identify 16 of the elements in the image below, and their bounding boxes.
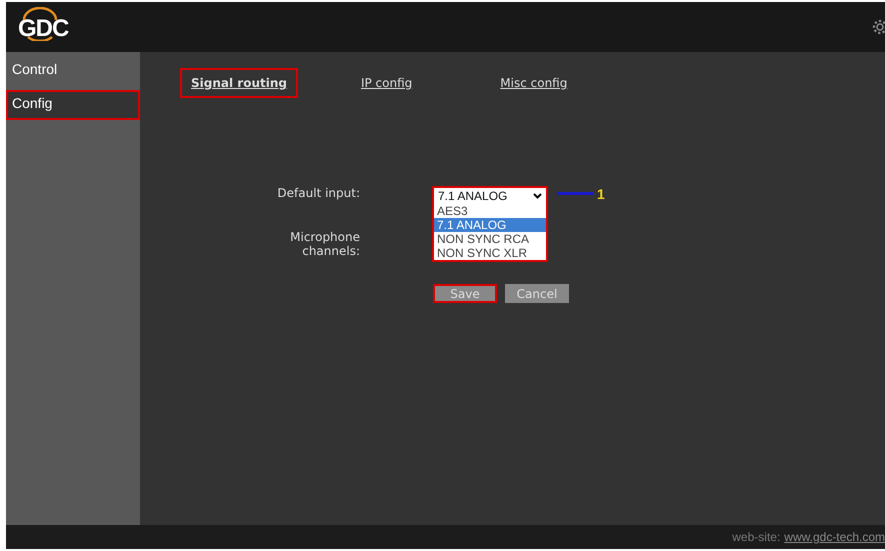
settings-icon[interactable] — [871, 18, 885, 36]
tab[interactable]: Misc config — [489, 68, 578, 98]
sidebar-item[interactable]: Config — [6, 90, 140, 120]
website-link[interactable]: www.gdc-tech.com — [784, 530, 885, 544]
dropdown-option[interactable]: 7.1 ANALOG — [434, 218, 546, 232]
field-label: Microphone channels: — [289, 230, 360, 258]
field-label: Default input: — [276, 186, 360, 202]
logo: GDC — [18, 11, 68, 43]
input-select[interactable]: 7.1 ANALOG — [432, 186, 548, 206]
chevron-icon — [533, 193, 542, 199]
callout-line — [557, 192, 593, 196]
tab[interactable]: Signal routing — [180, 68, 298, 98]
footer-label: web-site: — [732, 530, 780, 544]
callout-number: 1 — [597, 186, 605, 202]
tab[interactable]: IP config — [350, 68, 424, 98]
sidebar-item[interactable]: Control — [6, 56, 140, 86]
